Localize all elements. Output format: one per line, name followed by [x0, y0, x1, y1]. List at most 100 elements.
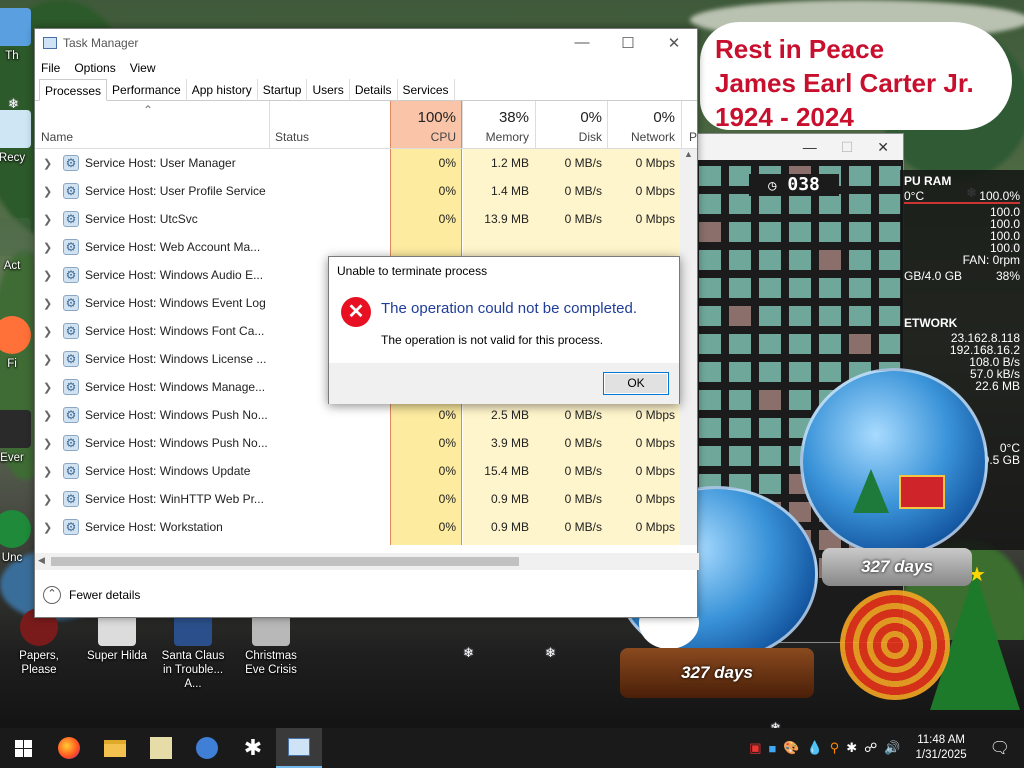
game-tile[interactable] — [879, 222, 901, 242]
game-tile[interactable] — [789, 194, 811, 214]
game-tile[interactable] — [759, 418, 781, 438]
search-icon[interactable]: ⚲ — [830, 740, 840, 756]
taskbar-file-explorer[interactable] — [92, 728, 138, 768]
game-tile[interactable] — [879, 334, 901, 354]
game-tile[interactable] — [759, 222, 781, 242]
table-row[interactable]: ❯ ⚙ Service Host: Workstation 0% 0.9 MB 0 MB/… — [35, 513, 697, 541]
disk-total[interactable]: 0% — [535, 109, 602, 126]
column-memory[interactable]: Memory — [462, 130, 529, 144]
game-tile[interactable] — [849, 278, 871, 298]
paint-icon[interactable]: 🎨 — [783, 740, 799, 756]
tab-users[interactable]: Users — [307, 79, 350, 101]
game-tile[interactable] — [729, 166, 751, 186]
scroll-up-icon[interactable]: ▲ — [680, 149, 697, 159]
game-tile[interactable] — [789, 278, 811, 298]
game-tile[interactable] — [789, 362, 811, 382]
chevron-right-icon[interactable]: ❯ — [43, 493, 52, 506]
chevron-right-icon[interactable]: ❯ — [43, 297, 52, 310]
game-tile[interactable] — [879, 194, 901, 214]
stop-icon[interactable]: ▣ — [749, 740, 761, 756]
game-tile[interactable] — [789, 250, 811, 270]
game-tile[interactable] — [759, 334, 781, 354]
menu-options[interactable]: Options — [74, 61, 115, 75]
game-tile[interactable] — [879, 278, 901, 298]
tab-services[interactable]: Services — [398, 79, 455, 101]
tab-processes[interactable]: Processes — [39, 79, 108, 101]
game-tile[interactable] — [849, 166, 871, 186]
notification-icon[interactable]: 🗨 — [982, 738, 1018, 758]
game-tile[interactable] — [729, 194, 751, 214]
chevron-right-icon[interactable]: ❯ — [43, 437, 52, 450]
game-tile[interactable] — [729, 334, 751, 354]
column-status[interactable]: Status — [275, 130, 309, 144]
game-tile[interactable] — [759, 194, 781, 214]
close-icon[interactable]: ✕ — [651, 34, 697, 52]
game-tile[interactable] — [759, 474, 781, 494]
maximize-icon[interactable]: ☐ — [605, 34, 651, 52]
scroll-thumb[interactable] — [51, 557, 519, 566]
column-cpu[interactable]: CPU — [390, 130, 456, 144]
volume-icon[interactable]: 🔊 — [884, 740, 900, 756]
game-tile[interactable] — [699, 222, 721, 242]
game-tile[interactable] — [759, 390, 781, 410]
chevron-right-icon[interactable]: ❯ — [43, 241, 52, 254]
network-total[interactable]: 0% — [607, 109, 675, 126]
chevron-right-icon[interactable]: ❯ — [43, 409, 52, 422]
game-tile[interactable] — [879, 306, 901, 326]
game-tile[interactable] — [819, 222, 841, 242]
game-tile[interactable] — [789, 306, 811, 326]
game-tile[interactable] — [849, 250, 871, 270]
taskbar-people[interactable] — [184, 728, 230, 768]
start-button[interactable] — [0, 728, 46, 768]
table-row[interactable]: ❯ ⚙ Service Host: WinHTTP Web Pr... 0% 0.9 M… — [35, 485, 697, 513]
tab-details[interactable]: Details — [350, 79, 398, 101]
game-tile[interactable] — [729, 390, 751, 410]
table-row[interactable]: ❯ ⚙ Service Host: Windows Push No... 0% 3.9 … — [35, 429, 697, 457]
game-tile[interactable] — [729, 306, 751, 326]
game-tile[interactable] — [699, 194, 721, 214]
maximize-icon[interactable]: ☐ — [841, 139, 854, 156]
game-tile[interactable] — [699, 390, 721, 410]
tab-startup[interactable]: Startup — [258, 79, 308, 101]
chevron-right-icon[interactable]: ❯ — [43, 157, 52, 170]
game-tile[interactable] — [699, 166, 721, 186]
game-tile[interactable] — [759, 278, 781, 298]
square-app-icon[interactable]: ■ — [768, 741, 776, 756]
column-name[interactable]: Name — [41, 130, 73, 144]
clock[interactable]: 11:48 AM 1/31/2025 — [908, 733, 975, 763]
game-tile[interactable] — [819, 362, 841, 382]
tab-performance[interactable]: Performance — [107, 79, 187, 101]
game-tile[interactable] — [699, 334, 721, 354]
game-tile[interactable] — [729, 418, 751, 438]
game-tile[interactable] — [819, 306, 841, 326]
game-tile[interactable] — [819, 250, 841, 270]
column-network[interactable]: Network — [607, 130, 675, 144]
chevron-right-icon[interactable]: ❯ — [43, 185, 52, 198]
fewer-details-link[interactable]: Fewer details — [69, 588, 140, 602]
vertical-scrollbar[interactable]: ▲ — [680, 149, 697, 545]
chevron-up-icon[interactable]: ⌃ — [43, 586, 61, 604]
desktop-icon-papers-please[interactable]: Papers, Please — [4, 608, 74, 677]
game-tile[interactable] — [879, 250, 901, 270]
table-row[interactable]: ❯ ⚙ Service Host: Windows Update 0% 15.4 MB 0… — [35, 457, 697, 485]
game-tile[interactable] — [759, 362, 781, 382]
taskbar-task-manager[interactable] — [276, 728, 322, 768]
game-tile[interactable] — [789, 390, 811, 410]
menu-view[interactable]: View — [130, 61, 156, 75]
game-tile[interactable] — [699, 362, 721, 382]
game-tile[interactable] — [699, 250, 721, 270]
chevron-right-icon[interactable]: ❯ — [43, 381, 52, 394]
minimize-icon[interactable]: — — [559, 34, 605, 52]
chevron-right-icon[interactable]: ❯ — [43, 353, 52, 366]
column-power-partial[interactable]: P — [689, 130, 697, 144]
tab-app-history[interactable]: App history — [187, 79, 258, 101]
game-tile[interactable] — [699, 446, 721, 466]
chevron-right-icon[interactable]: ❯ — [43, 269, 52, 282]
minimize-icon[interactable]: — — [803, 139, 817, 155]
memory-total[interactable]: 38% — [462, 109, 529, 126]
table-row[interactable]: ❯ ⚙ Service Host: Windows Push No... 0% 2.5 … — [35, 401, 697, 429]
taskbar-game[interactable] — [138, 728, 184, 768]
chevron-right-icon[interactable]: ❯ — [43, 521, 52, 534]
column-disk[interactable]: Disk — [535, 130, 602, 144]
network-icon[interactable]: ☍ — [864, 740, 877, 756]
